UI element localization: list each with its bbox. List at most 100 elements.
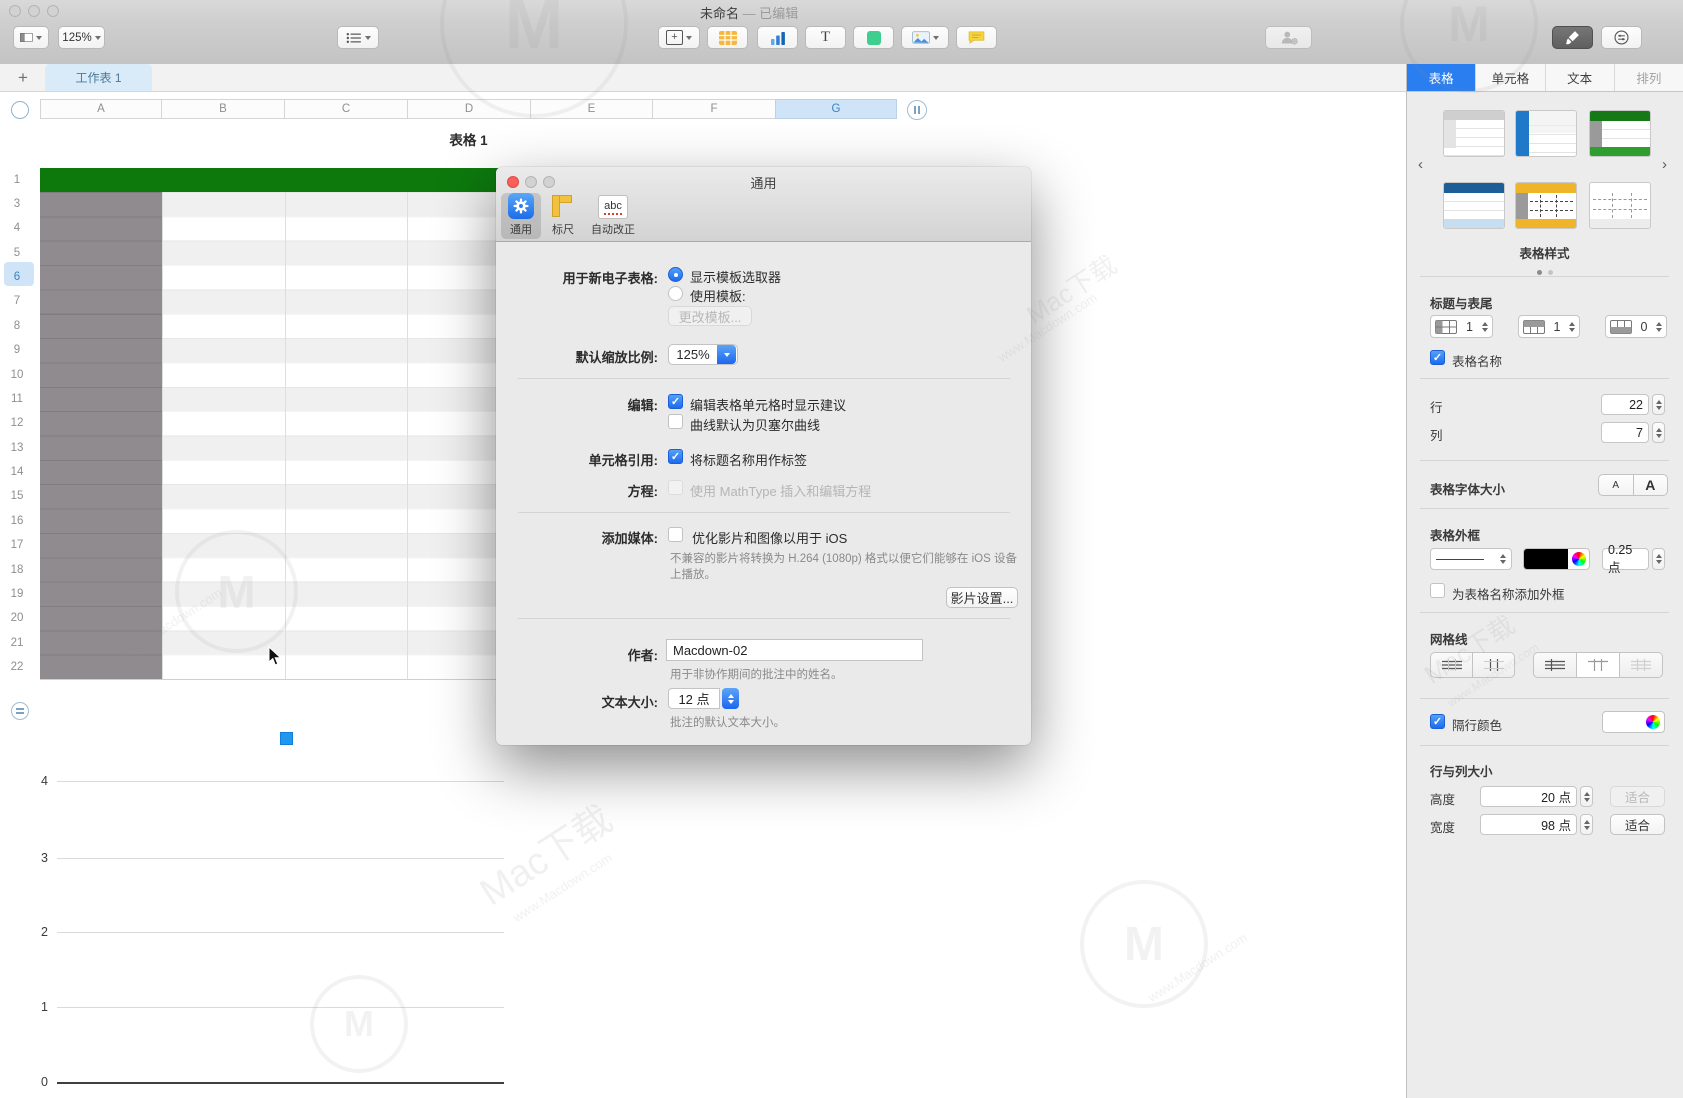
column-header-F[interactable]: F <box>652 99 776 119</box>
table-title[interactable]: 表格 1 <box>40 129 897 149</box>
pref-tab-autocorrect[interactable]: abc 自动改正 <box>585 193 641 239</box>
column-header-E[interactable]: E <box>530 99 653 119</box>
format-button[interactable] <box>1552 26 1593 49</box>
zoom-window-button[interactable] <box>47 5 59 17</box>
header-as-label-checkbox[interactable]: ✓ <box>668 449 683 464</box>
zoom-control[interactable]: 125% <box>58 26 105 49</box>
row-height-field[interactable]: 20 点 <box>1480 786 1577 807</box>
show-suggestions-checkbox[interactable]: ✓ <box>668 394 683 409</box>
pref-tab-general[interactable]: 通用 <box>501 193 541 239</box>
outline-color-well[interactable] <box>1523 548 1590 570</box>
minimize-window-button[interactable] <box>28 5 40 17</box>
add-category-button[interactable] <box>337 26 379 49</box>
row-header-selected[interactable]: 6 <box>4 270 30 284</box>
selected-column-a-fill[interactable] <box>40 192 162 679</box>
row-header[interactable]: 14 <box>4 465 30 479</box>
carousel-dots[interactable] <box>1406 262 1683 280</box>
insert-button[interactable]: + <box>658 26 700 49</box>
row-header[interactable]: 3 <box>4 197 30 211</box>
table-select-circle[interactable] <box>11 101 29 119</box>
styles-next-arrow[interactable]: › <box>1662 158 1667 172</box>
row-header[interactable]: 10 <box>4 368 30 382</box>
row-header[interactable]: 12 <box>4 416 30 430</box>
row-header[interactable]: 17 <box>4 538 30 552</box>
default-zoom-popup[interactable]: 125% <box>668 344 738 365</box>
bezier-checkbox[interactable] <box>668 414 683 429</box>
alt-row-color-well[interactable] <box>1602 711 1665 733</box>
text-size-field[interactable]: 12 点 <box>668 688 720 709</box>
column-width-field[interactable]: 98 点 <box>1480 814 1577 835</box>
font-bigger-button[interactable]: A <box>1633 474 1669 496</box>
column-header-A[interactable]: A <box>40 99 162 119</box>
table-style-green[interactable] <box>1589 110 1651 157</box>
table-style-plain[interactable] <box>1443 110 1505 157</box>
gridlines-horizontal-button[interactable] <box>1430 652 1473 678</box>
row-header[interactable]: 19 <box>4 587 30 601</box>
pref-tab-rulers[interactable]: 标尺 <box>543 193 583 239</box>
table-button[interactable] <box>707 26 748 49</box>
selection-handle[interactable] <box>280 732 293 745</box>
change-template-button[interactable]: 更改模板... <box>668 306 752 326</box>
footer-rows-stepper[interactable]: 0 <box>1605 315 1667 338</box>
row-header[interactable]: 16 <box>4 514 30 528</box>
table-style-blue-header[interactable] <box>1443 182 1505 229</box>
font-smaller-button[interactable]: A <box>1598 474 1634 496</box>
table-style-yellow[interactable] <box>1515 182 1577 229</box>
organize-button[interactable] <box>1601 26 1642 49</box>
text-size-stepper[interactable] <box>722 688 739 709</box>
columns-count-field[interactable]: 7 <box>1601 422 1649 443</box>
gridlines-vertical-button[interactable] <box>1472 652 1515 678</box>
row-header[interactable]: 18 <box>4 563 30 577</box>
row-header[interactable]: 9 <box>4 343 30 357</box>
table-style-blue-column[interactable] <box>1515 110 1577 157</box>
table-name-outline-checkbox[interactable] <box>1430 583 1445 598</box>
column-header-C[interactable]: C <box>284 99 408 119</box>
column-header-G-selected[interactable]: G <box>775 99 897 119</box>
outline-width-field[interactable]: 0.25 点 <box>1602 548 1649 570</box>
row-height-stepper[interactable] <box>1580 786 1593 807</box>
tab-arrange[interactable]: 排列 <box>1615 64 1683 91</box>
collaborate-button[interactable] <box>1265 26 1312 49</box>
alternating-row-color-checkbox[interactable]: ✓ <box>1430 714 1445 729</box>
gridlines-none-button[interactable] <box>1619 652 1663 678</box>
outline-line-style-dropdown[interactable] <box>1430 548 1512 570</box>
row-header[interactable]: 1 <box>4 173 30 187</box>
table-name-checkbox[interactable]: ✓ <box>1430 350 1445 365</box>
row-header[interactable]: 15 <box>4 489 30 503</box>
column-header-D[interactable]: D <box>407 99 531 119</box>
table-style-white-dashed[interactable] <box>1589 182 1651 229</box>
tab-text[interactable]: 文本 <box>1546 64 1615 91</box>
rows-stepper[interactable] <box>1652 394 1665 415</box>
row-header[interactable]: 4 <box>4 221 30 235</box>
gridlines-header-columns-button[interactable] <box>1576 652 1620 678</box>
row-header[interactable]: 21 <box>4 636 30 650</box>
styles-prev-arrow[interactable]: ‹ <box>1418 158 1423 172</box>
chart-button[interactable] <box>757 26 798 49</box>
comment-button[interactable] <box>956 26 997 49</box>
optimize-ios-checkbox[interactable] <box>668 527 683 542</box>
shape-button[interactable] <box>853 26 894 49</box>
outline-width-stepper[interactable] <box>1652 548 1665 570</box>
rows-count-field[interactable]: 22 <box>1601 394 1649 415</box>
column-header-B[interactable]: B <box>161 99 285 119</box>
add-column-handle[interactable] <box>907 100 927 120</box>
header-columns-stepper[interactable]: 1 <box>1430 315 1493 338</box>
sheet-tab[interactable]: 工作表 1 <box>45 64 152 91</box>
close-window-button[interactable] <box>9 5 21 17</box>
tab-cell[interactable]: 单元格 <box>1476 64 1545 91</box>
text-button[interactable]: T <box>805 26 846 49</box>
author-input[interactable]: Macdown-02 <box>666 639 923 661</box>
row-header[interactable]: 11 <box>4 392 30 406</box>
row-header[interactable]: 7 <box>4 294 30 308</box>
show-template-picker-radio[interactable] <box>668 267 683 282</box>
row-header[interactable]: 20 <box>4 611 30 625</box>
view-button[interactable] <box>13 26 49 49</box>
header-rows-stepper[interactable]: 1 <box>1518 315 1580 338</box>
movie-settings-button[interactable]: 影片设置... <box>946 587 1018 608</box>
add-row-handle[interactable] <box>11 702 29 720</box>
column-width-stepper[interactable] <box>1580 814 1593 835</box>
use-template-radio[interactable] <box>668 286 683 301</box>
tab-table[interactable]: 表格 <box>1407 64 1476 91</box>
mathtype-checkbox[interactable] <box>668 480 683 495</box>
row-header[interactable]: 5 <box>4 246 30 260</box>
